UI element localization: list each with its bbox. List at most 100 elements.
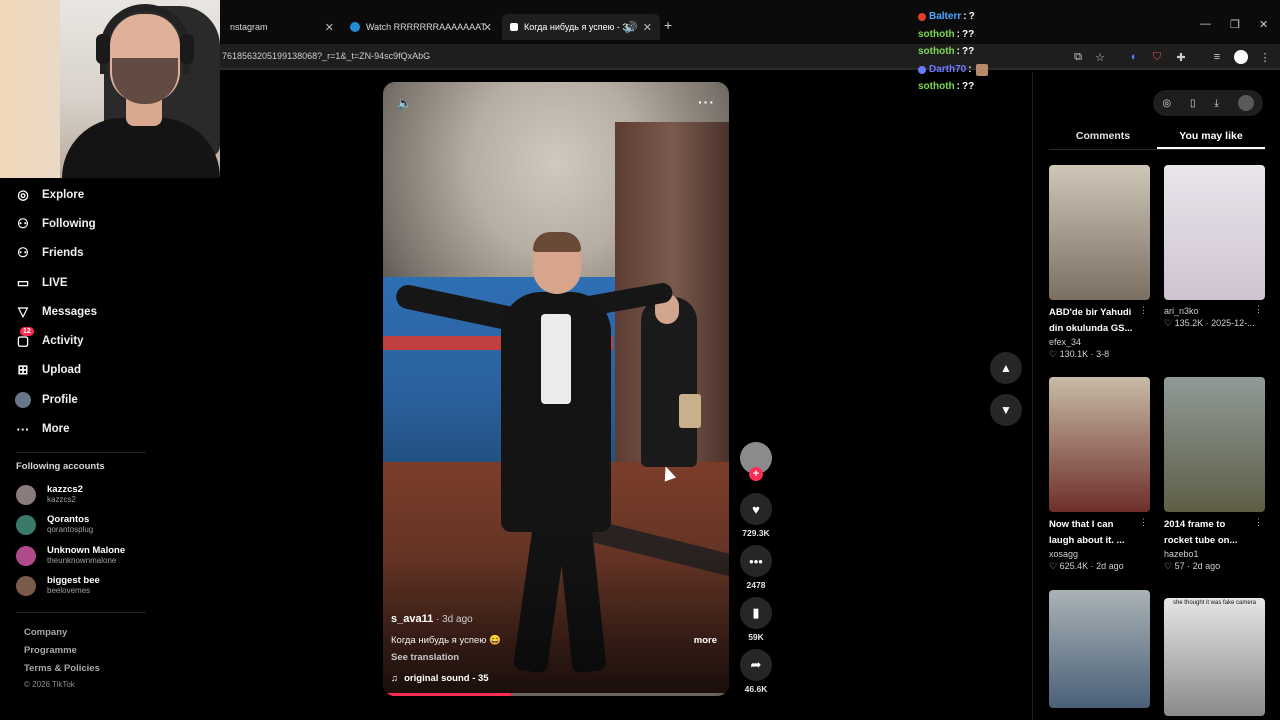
recommended-video-card[interactable]: ABD'de bir Yahudi din okulunda GS... ⋮ efe… xyxy=(1049,165,1150,360)
recommended-video-card[interactable]: she thought it was fake camera xyxy=(1164,598,1265,716)
video-thumbnail[interactable] xyxy=(1164,165,1265,300)
minimize-icon[interactable]: — xyxy=(1200,18,1211,30)
extension-audio-icon[interactable]: ◖ xyxy=(1126,50,1140,64)
compass-icon[interactable]: ◎ xyxy=(1162,98,1171,109)
card-title[interactable]: Now that I can laugh about it. ... xyxy=(1049,517,1141,548)
following-account[interactable]: biggest bee beelovemes xyxy=(16,575,100,596)
comment-action[interactable]: ••• 2478 xyxy=(740,545,772,590)
share-action[interactable]: ➦ 46.6K xyxy=(740,649,772,694)
profile-avatar-icon[interactable] xyxy=(1234,50,1248,64)
new-tab-button[interactable]: + xyxy=(664,17,672,33)
close-icon[interactable]: ✕ xyxy=(483,21,492,34)
share-icon[interactable]: ➦ xyxy=(740,649,772,681)
sidebar-item-following[interactable]: ⚇ Following xyxy=(14,209,164,238)
card-title[interactable]: ABD'de bir Yahudi din okulunda GS... xyxy=(1049,305,1141,336)
card-author[interactable]: ari_n3ko xyxy=(1164,306,1265,316)
sidebar-item-profile[interactable]: Profile xyxy=(14,385,164,414)
sidebar-item-explore[interactable]: ◎ Explore xyxy=(14,180,164,209)
recommended-video-card[interactable]: 2014 frame to rocket tube on... ⋮ hazebo1 ♡… xyxy=(1164,377,1265,572)
browser-tab[interactable]: nstagram ✕ xyxy=(214,14,342,40)
video-thumbnail[interactable] xyxy=(1164,377,1265,512)
user-avatar[interactable] xyxy=(1237,95,1254,111)
browser-tab[interactable]: Watch RRRRRRRAAAAAAAT ✕ xyxy=(342,14,500,40)
sidebar-item-messages[interactable]: ▽ Messages xyxy=(14,297,164,326)
see-translation-button[interactable]: See translation xyxy=(391,652,459,663)
account-name[interactable]: biggest bee xyxy=(47,575,100,586)
close-window-icon[interactable]: ✕ xyxy=(1259,18,1268,31)
next-video-button[interactable]: ▼ xyxy=(990,394,1022,426)
card-author[interactable]: xosagg xyxy=(1049,549,1150,559)
chat-username[interactable]: sothoth xyxy=(918,78,955,96)
video-progress-bar[interactable] xyxy=(383,693,729,696)
device-icon[interactable]: ▯ xyxy=(1190,98,1196,109)
tab-you-may-like[interactable]: You may like xyxy=(1157,128,1265,149)
sidebar-item-live[interactable]: ▭ LIVE xyxy=(14,268,164,297)
chat-username[interactable]: sothoth xyxy=(918,26,955,44)
chat-username[interactable]: Darth70 xyxy=(929,61,966,79)
footer-terms-link[interactable]: Terms & Policies xyxy=(24,663,100,674)
more-options-icon[interactable]: ··· xyxy=(698,94,715,110)
restore-icon[interactable]: ❐ xyxy=(1230,18,1240,31)
account-name[interactable]: kazzcs2 xyxy=(47,484,83,495)
chat-username[interactable]: sothoth xyxy=(918,43,955,61)
following-account[interactable]: Unknown Malone theunknownmalone xyxy=(16,545,125,566)
following-account[interactable]: Qorantos qorantosplug xyxy=(16,514,93,535)
creator-avatar-button[interactable]: + xyxy=(740,442,772,481)
video-player[interactable]: 🔈 ··· s_ava11 · 3d ago Когда нибудь я ус… xyxy=(383,82,729,696)
account-name[interactable]: Unknown Malone xyxy=(47,545,125,556)
sidebar-item-upload[interactable]: ⊞ Upload xyxy=(14,356,164,385)
creator-avatar[interactable]: + xyxy=(740,442,772,481)
recommended-video-card[interactable]: Now that I can laugh about it. ... ⋮ xosag… xyxy=(1049,377,1150,572)
like-action[interactable]: ♥ 729.3K xyxy=(740,493,772,538)
close-icon[interactable]: ✕ xyxy=(643,21,652,34)
card-more-icon[interactable]: ⋮ xyxy=(1254,517,1263,528)
extension-shield-icon[interactable]: ⛉ xyxy=(1150,50,1164,64)
footer-company-link[interactable]: Company xyxy=(24,627,67,638)
avatar[interactable] xyxy=(16,484,36,505)
following-account[interactable]: kazzcs2 kazzcs2 xyxy=(16,484,83,505)
media-control-icon[interactable]: ≡ xyxy=(1210,50,1224,64)
sidebar-item-activity[interactable]: ▢ 12 Activity xyxy=(14,326,164,355)
download-icon[interactable]: ⤓ xyxy=(1214,98,1218,109)
sound-link[interactable]: ♫ original sound - 35 xyxy=(391,673,489,684)
account-name[interactable]: Qorantos xyxy=(47,514,93,525)
follow-plus-icon[interactable]: + xyxy=(749,467,763,481)
recommended-video-card[interactable]: ⋮ ari_n3ko ♡ 135.2K · 2025-12-... xyxy=(1164,165,1265,329)
bookmark-star-icon[interactable]: ☆ xyxy=(1093,50,1107,64)
close-icon[interactable]: ✕ xyxy=(325,21,334,34)
video-thumbnail[interactable]: she thought it was fake camera xyxy=(1164,598,1265,716)
video-thumbnail[interactable] xyxy=(1049,165,1150,300)
url-text[interactable]: 7618563205199138068?_r=1&_t=ZN-94sc9fQxA… xyxy=(222,51,430,61)
save-action[interactable]: ▮ 59K xyxy=(740,597,772,642)
chat-username[interactable]: Balterr xyxy=(929,8,961,26)
card-more-icon[interactable]: ⋮ xyxy=(1254,304,1263,315)
install-app-icon[interactable]: ⧉ xyxy=(1071,50,1085,64)
previous-video-button[interactable]: ▲ xyxy=(990,352,1022,384)
video-thumbnail[interactable] xyxy=(1049,590,1150,708)
video-thumbnail[interactable] xyxy=(1049,377,1150,512)
extensions-puzzle-icon[interactable]: ✚ xyxy=(1174,50,1188,64)
avatar[interactable] xyxy=(16,545,36,566)
card-title[interactable]: 2014 frame to rocket tube on... xyxy=(1164,517,1256,548)
speaker-icon[interactable]: 🔊 xyxy=(624,21,638,34)
card-author[interactable]: efex_34 xyxy=(1049,337,1150,347)
heart-icon[interactable]: ♥ xyxy=(740,493,772,525)
comment-icon[interactable]: ••• xyxy=(740,545,772,577)
avatar[interactable] xyxy=(16,514,36,535)
footer-programme-link[interactable]: Programme xyxy=(24,645,77,656)
volume-icon[interactable]: 🔈 xyxy=(397,96,412,110)
sidebar-item-more[interactable]: ··· More xyxy=(14,414,164,443)
card-author[interactable]: hazebo1 xyxy=(1164,549,1265,559)
caption-more-button[interactable]: more xyxy=(694,635,717,646)
card-more-icon[interactable]: ⋮ xyxy=(1139,305,1148,316)
tab-comments[interactable]: Comments xyxy=(1049,128,1157,149)
avatar[interactable] xyxy=(16,575,36,596)
author-name[interactable]: s_ava11 xyxy=(391,613,433,625)
browser-menu-icon[interactable]: ⋮ xyxy=(1258,50,1272,64)
video-author[interactable]: s_ava11 · 3d ago xyxy=(391,613,473,625)
bookmark-icon[interactable]: ▮ xyxy=(740,597,772,629)
recommended-video-card[interactable] xyxy=(1049,590,1150,708)
browser-tab-active[interactable]: Когда нибудь я успею - Зв 🔊 ✕ xyxy=(502,14,660,40)
card-more-icon[interactable]: ⋮ xyxy=(1139,517,1148,528)
sidebar-item-friends[interactable]: ⚇ Friends xyxy=(14,239,164,268)
